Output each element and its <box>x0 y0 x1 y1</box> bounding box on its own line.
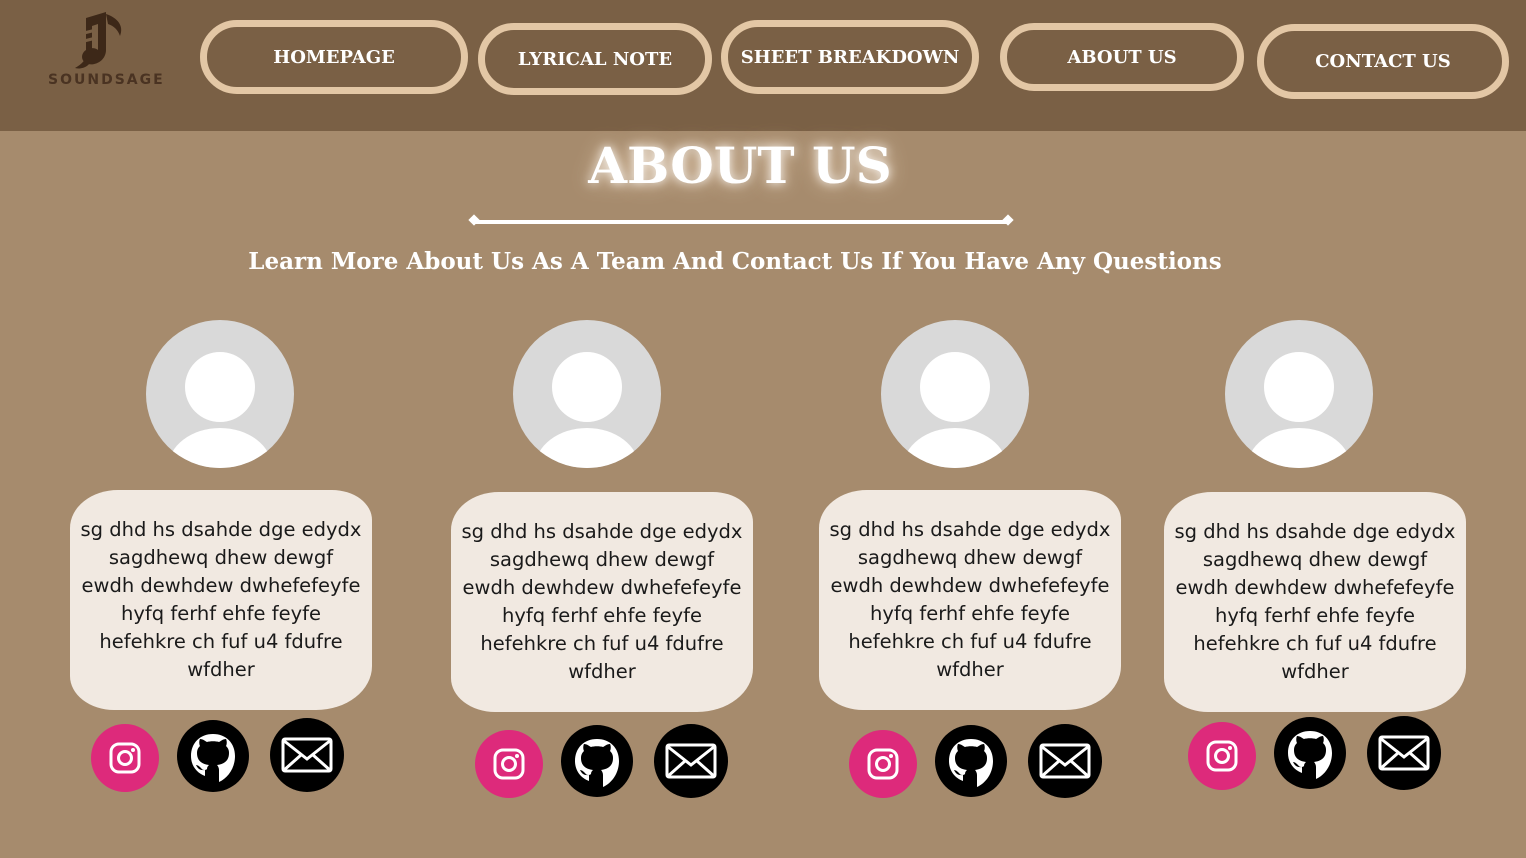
github-icon[interactable] <box>561 725 633 797</box>
member-avatar <box>1225 320 1373 468</box>
instagram-icon[interactable] <box>91 724 159 792</box>
member-bio: sg dhd hs dsahde dge edydx sagdhewq dhew… <box>1164 492 1466 712</box>
page-title: ABOUT US <box>588 136 892 195</box>
soundsage-logo[interactable]: SOUNDSAGE <box>48 10 165 94</box>
music-note-logo-icon <box>75 12 122 69</box>
member-bio: sg dhd hs dsahde dge edydx sagdhewq dhew… <box>451 492 753 712</box>
member-avatar <box>881 320 1029 468</box>
mail-icon[interactable] <box>270 718 344 792</box>
mail-icon[interactable] <box>1367 716 1441 790</box>
nav-homepage-button[interactable]: HOMEPAGE <box>200 20 468 94</box>
brand-name: SOUNDSAGE <box>48 72 165 88</box>
member-bio: sg dhd hs dsahde dge edydx sagdhewq dhew… <box>70 490 372 710</box>
instagram-icon[interactable] <box>1188 722 1256 790</box>
nav-contact-us-button[interactable]: CONTACT US <box>1257 24 1509 99</box>
header: SOUNDSAGE HOMEPAGE LYRICAL NOTE SHEET BR… <box>0 0 1526 131</box>
github-icon[interactable] <box>1274 717 1346 789</box>
github-icon[interactable] <box>177 720 249 792</box>
instagram-icon[interactable] <box>475 730 543 798</box>
title-divider <box>474 220 1008 224</box>
member-bio: sg dhd hs dsahde dge edydx sagdhewq dhew… <box>819 490 1121 710</box>
mail-icon[interactable] <box>654 724 728 798</box>
member-avatar <box>146 320 294 468</box>
nav-sheet-breakdown-button[interactable]: SHEET BREAKDOWN <box>721 20 979 94</box>
nav-about-us-button[interactable]: ABOUT US <box>1000 23 1244 91</box>
instagram-icon[interactable] <box>849 730 917 798</box>
member-avatar <box>513 320 661 468</box>
mail-icon[interactable] <box>1028 724 1102 798</box>
page-subtitle: Learn More About Us As A Team And Contac… <box>248 248 1222 275</box>
github-icon[interactable] <box>935 725 1007 797</box>
nav-lyrical-note-button[interactable]: LYRICAL NOTE <box>478 23 712 95</box>
